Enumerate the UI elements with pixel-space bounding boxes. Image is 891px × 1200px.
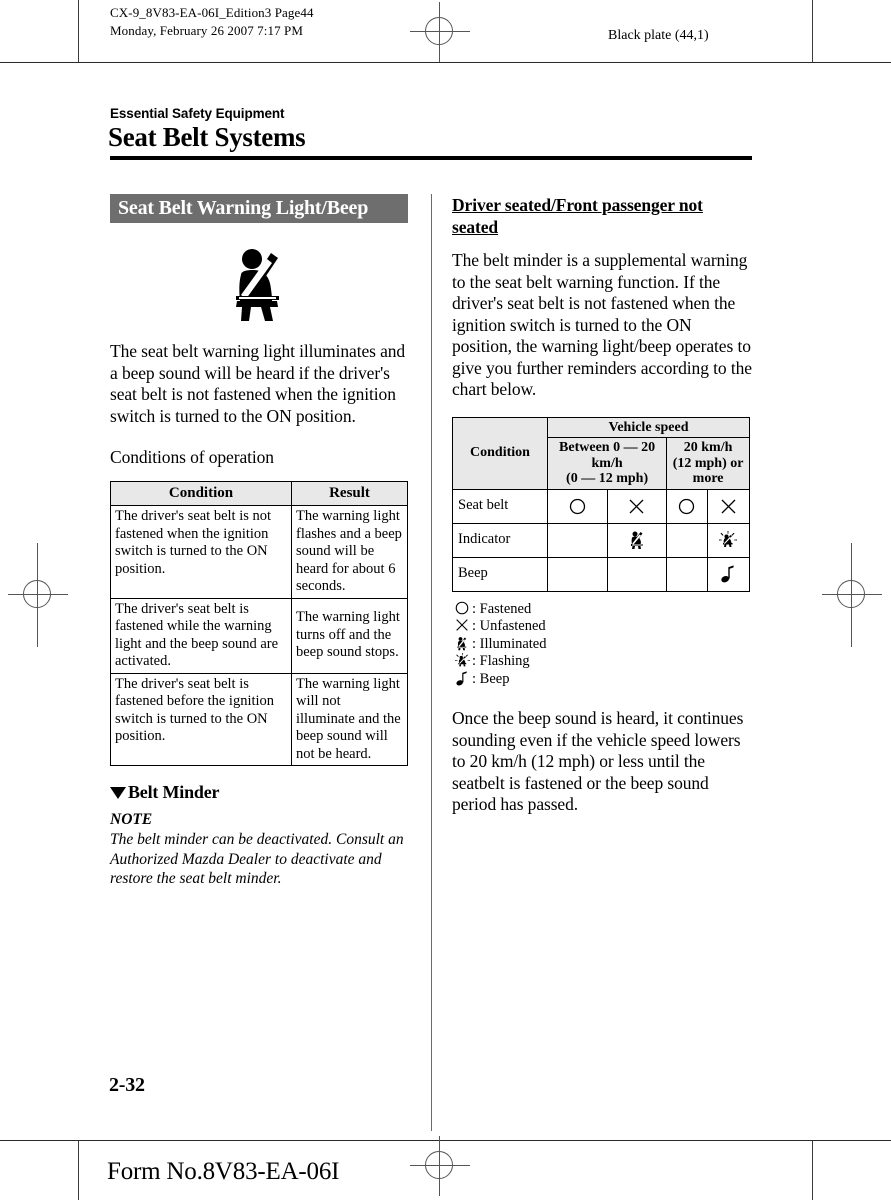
- table-header-row-group: Condition Vehicle speed: [452, 416, 750, 490]
- print-slug-timestamp: Monday, February 26 2007 7:17 PM: [110, 23, 304, 38]
- table-row-seat-belt: Seat belt: [452, 488, 751, 524]
- table-row: The driver's seat belt is not fastened w…: [110, 505, 408, 599]
- circle-icon: [452, 601, 472, 619]
- cell-indicator-empty: [547, 522, 608, 558]
- table-header-row: Condition Result: [110, 480, 408, 506]
- cell-condition: The driver's seat belt is not fastened w…: [110, 505, 292, 599]
- speed-low-line2: km/h: [591, 455, 623, 471]
- cell-beep-empty: [606, 556, 668, 592]
- beep-continuation-paragraph: Once the beep sound is heard, it continu…: [452, 708, 744, 814]
- cell-result: The warning light flashes and a beep sou…: [291, 505, 408, 599]
- crop-mark-top-left: [78, 0, 79, 62]
- cell-indicator-flashing: [706, 522, 751, 558]
- column-header-result: Result: [291, 480, 408, 506]
- note-label: NOTE: [110, 811, 153, 828]
- speed-low-line3: (0 — 12 mph): [566, 471, 649, 486]
- legend-label-illuminated: : Illuminated: [472, 635, 547, 652]
- cross-icon: [628, 498, 645, 515]
- column-header-speed-low: Between 0 — 20 km/h (0 — 12 mph): [546, 437, 668, 490]
- vehicle-speed-table: Condition Vehicle speed Between 0 — 20 k…: [452, 416, 751, 592]
- crop-mark-top-right: [812, 0, 813, 62]
- music-note-icon: [721, 565, 735, 583]
- form-number: Form No.8V83-EA-06I: [107, 1158, 340, 1185]
- legend-item-unfastened: : Unfastened: [452, 618, 752, 636]
- belt-minder-heading-label: Belt Minder: [128, 782, 220, 802]
- row-label-seat-belt: Seat belt: [452, 488, 548, 524]
- speed-high-line1: 20 km/h: [683, 440, 733, 455]
- table-row-indicator: Indicator: [452, 522, 751, 558]
- cell-condition: The driver's seat belt is fastened while…: [110, 597, 292, 674]
- symbol-legend: : Fastened : Unfastened: Illuminated: …: [452, 601, 752, 689]
- legend-label-unfastened: : Unfastened: [472, 618, 546, 634]
- cell-indicator-empty: [666, 522, 708, 558]
- cell-beep-empty: [666, 556, 708, 592]
- crop-mark-bottom-left: [78, 1140, 79, 1200]
- table-row-beep: Beep: [452, 556, 751, 592]
- cell-result: The warning light will not illuminate an…: [291, 672, 408, 766]
- crop-mark-bottom-right: [812, 1140, 813, 1200]
- print-slug-filename: CX-9_8V83-EA-06I_Edition3 Page44: [110, 5, 314, 20]
- legend-item-illuminated: : Illuminated: [452, 636, 752, 654]
- page-content: Essential Safety Equipment Seat Belt Sys…: [0, 63, 891, 1140]
- triangle-down-icon: [110, 786, 126, 799]
- belt-minder-heading: Belt Minder: [110, 782, 410, 803]
- legend-item-fastened: : Fastened: [452, 601, 752, 619]
- right-subheading: Driver seated/Front passenger not seated: [452, 195, 703, 237]
- left-column: Seat Belt Warning Light/Beep The seat be…: [110, 194, 410, 889]
- cross-icon: [452, 618, 472, 636]
- column-header-condition: Condition: [452, 416, 548, 490]
- seat-belt-warning-icon: [227, 247, 291, 321]
- note-text: The belt minder can be deactivated. Cons…: [110, 831, 404, 887]
- cell-condition: The driver's seat belt is fastened befor…: [110, 672, 292, 766]
- registration-mark-top: [410, 2, 470, 62]
- table-row: The driver's seat belt is fastened while…: [110, 597, 408, 674]
- circle-icon: [678, 498, 695, 515]
- legend-label-fastened: : Fastened: [472, 600, 532, 617]
- cell-seatbelt-fastened: [666, 488, 708, 524]
- section-banner: Seat Belt Warning Light/Beep: [110, 194, 408, 223]
- print-slug-plate: Black plate (44,1): [608, 28, 709, 43]
- belt-flashing-icon: [719, 531, 738, 549]
- column-header-vehicle-speed: Vehicle speed: [547, 416, 750, 438]
- row-label-beep: Beep: [452, 556, 548, 592]
- cell-beep-sound: [706, 556, 751, 592]
- legend-item-flashing: : Flashing: [452, 653, 752, 671]
- section-label: Essential Safety Equipment: [110, 106, 285, 121]
- column-header-condition: Condition: [110, 480, 292, 506]
- music-note-icon: [452, 670, 472, 689]
- title-rule: [110, 156, 752, 160]
- column-header-speed-high: 20 km/h (12 mph) or more: [666, 437, 750, 490]
- legend-label-beep: : Beep: [472, 670, 510, 687]
- intro-paragraph: The seat belt warning light illuminates …: [110, 341, 406, 426]
- belt-minder-paragraph: The belt minder is a supplemental warnin…: [452, 250, 752, 399]
- speed-low-line1: Between 0 — 20: [559, 440, 656, 455]
- row-label-indicator: Indicator: [452, 522, 548, 558]
- belt-illuminated-icon: [452, 636, 472, 654]
- speed-high-line2: (12 mph) or: [672, 455, 744, 471]
- seat-belt-warning-icon-wrap: [110, 247, 408, 321]
- print-slug-left: CX-9_8V83-EA-06I_Edition3 Page44 Monday,…: [110, 4, 314, 40]
- column-divider: [431, 194, 432, 1131]
- cell-seatbelt-unfastened: [606, 488, 668, 524]
- registration-mark-bottom: [410, 1136, 470, 1196]
- conditions-of-operation-table: Condition Result The driver's seat belt …: [110, 480, 408, 767]
- right-column: Driver seated/Front passenger not seated…: [452, 194, 752, 816]
- cell-indicator-illuminated: [606, 522, 668, 558]
- cell-seatbelt-unfastened: [706, 488, 751, 524]
- conditions-table-caption: Conditions of operation: [110, 447, 274, 467]
- page-number: 2-32: [109, 1074, 145, 1096]
- cell-seatbelt-fastened: [547, 488, 608, 524]
- belt-flashing-icon: [452, 653, 472, 671]
- cell-result: The warning light turns off and the beep…: [291, 597, 408, 674]
- page-title: Seat Belt Systems: [108, 122, 306, 152]
- legend-item-beep: : Beep: [452, 671, 752, 689]
- legend-label-flashing: : Flashing: [472, 653, 530, 669]
- belt-illuminated-icon: [629, 531, 645, 550]
- table-row: The driver's seat belt is fastened befor…: [110, 672, 408, 766]
- cell-beep-empty: [547, 556, 608, 592]
- cross-icon: [720, 498, 737, 515]
- speed-high-line3: more: [692, 471, 724, 486]
- circle-icon: [569, 498, 586, 515]
